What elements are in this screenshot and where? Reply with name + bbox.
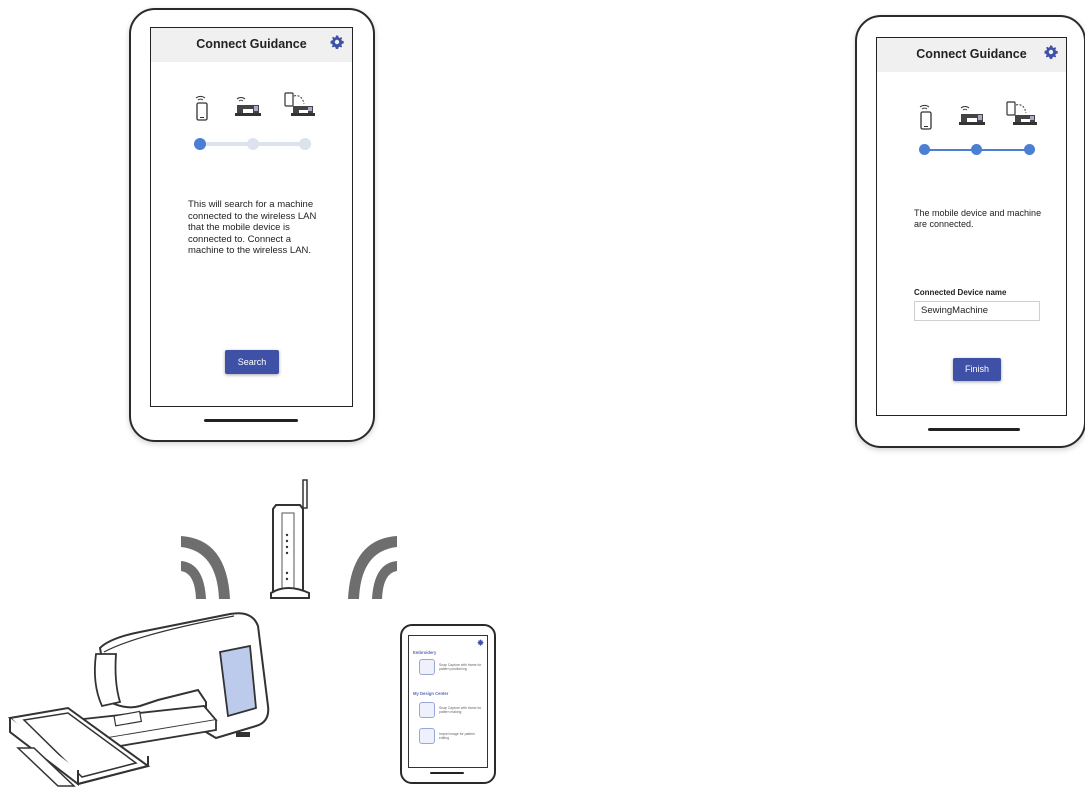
page-title: Connect Guidance (916, 47, 1027, 61)
app-header: Connect Guidance (151, 28, 352, 62)
progress-step-3 (1024, 144, 1035, 155)
gear-icon[interactable] (329, 34, 345, 50)
home-indicator (204, 419, 298, 422)
gear-icon[interactable] (1043, 44, 1059, 60)
progress-step-3 (299, 138, 311, 150)
wifi-waves-left-icon (181, 536, 230, 599)
connect-machine-icon (1006, 101, 1037, 125)
router-icon (270, 479, 310, 599)
progress-step-2 (247, 138, 259, 150)
wireless-router-illustration (181, 479, 397, 599)
menu-item-import-image[interactable]: Import image for pattern editing (439, 732, 483, 740)
device-name-label: Connected Device name (914, 288, 1007, 297)
mobile-device-icon (919, 104, 932, 130)
left-tablet: Connect Guidance This will search for a … (129, 8, 375, 442)
progress-step-1 (194, 138, 206, 150)
left-tablet-screen: Connect Guidance This will search for a … (150, 27, 353, 407)
guidance-message: This will search for a machine connected… (188, 199, 317, 256)
progress-step-1 (919, 144, 930, 155)
home-indicator (928, 428, 1020, 431)
snap-capture-icon[interactable] (419, 659, 435, 675)
device-name-field[interactable]: SewingMachine (914, 301, 1040, 321)
import-image-icon[interactable] (419, 728, 435, 744)
snap-capture-design-icon[interactable] (419, 702, 435, 718)
menu-item-snap-capture-making[interactable]: Snap Capture with frame for pattern maki… (439, 706, 483, 714)
right-tablet-screen: Connect Guidance The mobile device and m… (876, 37, 1067, 416)
smartphone-screen: Embroidery Snap Capture with frame for p… (408, 635, 488, 768)
progress-step-2 (971, 144, 982, 155)
home-indicator (430, 772, 464, 774)
smartphone: Embroidery Snap Capture with frame for p… (400, 624, 496, 784)
connect-machine-icon (284, 92, 315, 116)
embroidery-machine-illustration (7, 612, 270, 787)
connected-message: The mobile device and machine are connec… (914, 208, 1042, 229)
section-embroidery: Embroidery (413, 650, 437, 655)
gear-icon[interactable] (477, 639, 484, 646)
menu-item-snap-capture-positioning[interactable]: Snap Capture with frame for pattern posi… (439, 663, 483, 671)
sewing-machine-icon (235, 97, 261, 116)
search-button[interactable]: Search (225, 350, 279, 374)
sewing-machine-icon (959, 106, 985, 125)
section-my-design-center: My Design Center (413, 691, 449, 696)
page-title: Connect Guidance (196, 37, 307, 51)
app-header: Connect Guidance (877, 38, 1066, 72)
wifi-waves-right-icon (348, 536, 397, 599)
right-tablet: Connect Guidance The mobile device and m… (855, 15, 1085, 448)
mobile-device-icon (195, 95, 208, 121)
finish-button[interactable]: Finish (953, 358, 1001, 381)
